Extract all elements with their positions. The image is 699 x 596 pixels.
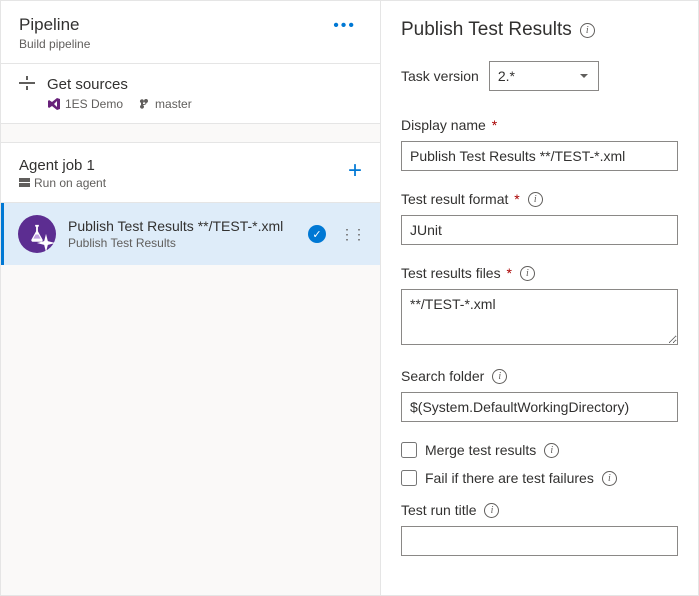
merge-label[interactable]: Merge test results: [425, 442, 536, 458]
files-label: Test results files *: [401, 265, 512, 281]
folder-input[interactable]: [401, 392, 678, 422]
repo-name: 1ES Demo: [65, 97, 123, 111]
flask-icon: [18, 215, 56, 253]
info-icon[interactable]: i: [580, 23, 595, 38]
agent-job-row[interactable]: Agent job 1 Run on agent +: [1, 142, 380, 203]
pipeline-subtitle: Build pipeline: [19, 37, 90, 51]
task-version-label: Task version: [401, 68, 479, 84]
task-version-select[interactable]: 2.*: [489, 61, 599, 91]
check-icon: ✓: [308, 225, 326, 243]
pipeline-tree: Pipeline Build pipeline ••• Get sources …: [1, 1, 381, 595]
task-settings-panel: Publish Test Results i Task version 2.* …: [381, 1, 698, 595]
display-name-input[interactable]: [401, 141, 678, 171]
run-title-label: Test run title: [401, 502, 476, 518]
pipeline-title: Pipeline: [19, 15, 90, 35]
files-input[interactable]: **/TEST-*.xml: [401, 289, 678, 345]
task-row-publish-test-results[interactable]: Publish Test Results **/TEST-*.xml Publi…: [1, 203, 380, 265]
add-task-button[interactable]: +: [348, 157, 362, 185]
info-icon[interactable]: i: [602, 471, 617, 486]
run-title-input[interactable]: [401, 526, 678, 556]
more-actions-button[interactable]: •••: [327, 15, 362, 37]
vs-icon: [47, 97, 61, 111]
agent-job-title: Agent job 1: [19, 157, 106, 174]
info-icon[interactable]: i: [544, 443, 559, 458]
info-icon[interactable]: i: [492, 369, 507, 384]
fail-label[interactable]: Fail if there are test failures: [425, 470, 594, 486]
branch-name: master: [155, 97, 192, 111]
merge-checkbox[interactable]: [401, 442, 417, 458]
drag-handle[interactable]: ⋮⋮: [338, 226, 366, 243]
folder-label: Search folder: [401, 368, 484, 384]
panel-title: Publish Test Results: [401, 19, 572, 41]
info-icon[interactable]: i: [484, 503, 499, 518]
sources-icon: [19, 76, 35, 95]
agent-job-subtitle: Run on agent: [34, 176, 106, 190]
display-name-label: Display name *: [401, 117, 497, 133]
format-input[interactable]: [401, 215, 678, 245]
get-sources-row[interactable]: Get sources 1ES Demo master: [1, 64, 380, 124]
info-icon[interactable]: i: [520, 266, 535, 281]
task-title: Publish Test Results **/TEST-*.xml: [68, 218, 296, 234]
get-sources-title: Get sources: [47, 76, 362, 93]
fail-checkbox[interactable]: [401, 470, 417, 486]
info-icon[interactable]: i: [528, 192, 543, 207]
format-label: Test result format *: [401, 191, 520, 207]
pipeline-header[interactable]: Pipeline Build pipeline •••: [1, 1, 380, 64]
server-icon: [19, 178, 30, 189]
branch-icon: [139, 98, 151, 110]
task-subtitle: Publish Test Results: [68, 236, 296, 250]
